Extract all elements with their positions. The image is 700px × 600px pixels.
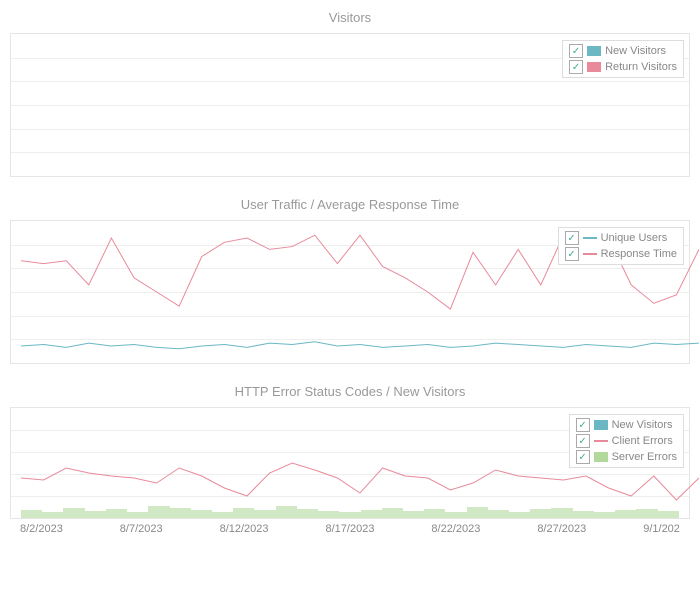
legend-label: New Visitors — [605, 45, 666, 57]
traffic-legend: ✓ Unique Users ✓ Response Time — [558, 227, 684, 265]
legend-item-server-errors[interactable]: ✓ Server Errors — [572, 449, 681, 465]
x-tick: 8/17/2023 — [326, 523, 375, 535]
visitors-legend: ✓ New Visitors ✓ Return Visitors — [562, 40, 684, 78]
swatch-teal — [594, 420, 608, 430]
checkbox-icon[interactable]: ✓ — [576, 434, 590, 448]
legend-label: Return Visitors — [605, 61, 677, 73]
swatch-line-teal — [583, 237, 597, 239]
checkbox-icon[interactable]: ✓ — [576, 418, 590, 432]
http-chart: ✓ New Visitors ✓ Client Errors ✓ Server … — [10, 407, 690, 519]
x-tick: 8/12/2023 — [220, 523, 269, 535]
checkbox-icon[interactable]: ✓ — [569, 60, 583, 74]
visitors-panel: Visitors ✓ New Visitors ✓ Return Visitor… — [10, 10, 690, 177]
visitors-chart: ✓ New Visitors ✓ Return Visitors — [10, 33, 690, 177]
checkbox-icon[interactable]: ✓ — [576, 450, 590, 464]
swatch-area-green — [594, 452, 608, 462]
x-tick: 8/22/2023 — [431, 523, 480, 535]
x-tick: 9/1/202 — [643, 523, 680, 535]
legend-label: Server Errors — [612, 451, 677, 463]
http-legend: ✓ New Visitors ✓ Client Errors ✓ Server … — [569, 414, 684, 468]
x-tick: 8/27/2023 — [537, 523, 586, 535]
http-title: HTTP Error Status Codes / New Visitors — [10, 384, 690, 399]
legend-label: New Visitors — [612, 419, 673, 431]
legend-label: Unique Users — [601, 232, 668, 244]
x-axis: 8/2/2023 8/7/2023 8/12/2023 8/17/2023 8/… — [10, 519, 690, 535]
visitors-title: Visitors — [10, 10, 690, 25]
swatch-line-pink — [583, 253, 597, 255]
legend-label: Response Time — [601, 248, 677, 260]
checkbox-icon[interactable]: ✓ — [565, 231, 579, 245]
swatch-teal — [587, 46, 601, 56]
traffic-title: User Traffic / Average Response Time — [10, 197, 690, 212]
legend-item-new-visitors[interactable]: ✓ New Visitors — [572, 417, 681, 433]
legend-item-return-visitors[interactable]: ✓ Return Visitors — [565, 59, 681, 75]
legend-label: Client Errors — [612, 435, 673, 447]
legend-item-response-time[interactable]: ✓ Response Time — [561, 246, 681, 262]
traffic-chart: ✓ Unique Users ✓ Response Time — [10, 220, 690, 364]
legend-item-client-errors[interactable]: ✓ Client Errors — [572, 433, 681, 449]
legend-item-new-visitors[interactable]: ✓ New Visitors — [565, 43, 681, 59]
x-tick: 8/7/2023 — [120, 523, 163, 535]
http-panel: HTTP Error Status Codes / New Visitors ✓… — [10, 384, 690, 535]
swatch-pink — [587, 62, 601, 72]
swatch-line-pink — [594, 440, 608, 442]
checkbox-icon[interactable]: ✓ — [569, 44, 583, 58]
x-tick: 8/2/2023 — [20, 523, 63, 535]
traffic-panel: User Traffic / Average Response Time ✓ U… — [10, 197, 690, 364]
legend-item-unique-users[interactable]: ✓ Unique Users — [561, 230, 681, 246]
checkbox-icon[interactable]: ✓ — [565, 247, 579, 261]
